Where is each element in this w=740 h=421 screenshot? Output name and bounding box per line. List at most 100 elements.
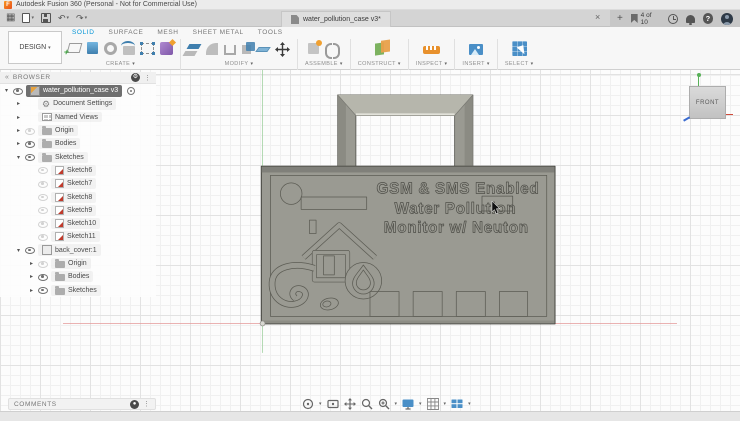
expand-arrow-icon[interactable]: ▾ — [3, 87, 10, 94]
move-icon[interactable] — [275, 42, 290, 57]
origin-point[interactable] — [259, 320, 266, 327]
zoom-icon[interactable] — [361, 398, 373, 410]
browser-tree-item[interactable]: ▾ Sketches — [0, 150, 156, 163]
measure-icon[interactable] — [423, 46, 441, 54]
create-sketch-icon[interactable] — [66, 43, 83, 53]
create-form-icon[interactable] — [160, 42, 173, 55]
press-pull-icon[interactable] — [186, 44, 202, 49]
tab-tools[interactable]: TOOLS — [258, 29, 283, 36]
look-at-icon[interactable] — [326, 398, 339, 410]
collapse-panel-icon[interactable]: « — [5, 74, 9, 81]
close-tab-button[interactable]: × — [595, 12, 600, 22]
visibility-eye-icon[interactable] — [38, 206, 48, 215]
browser-tree-item[interactable]: Sketch11 — [0, 230, 156, 243]
insert-menu[interactable]: INSERT ▾ — [462, 61, 489, 67]
visibility-eye-icon[interactable] — [25, 126, 35, 135]
joint-icon[interactable] — [324, 43, 340, 59]
visibility-eye-icon[interactable] — [38, 272, 48, 281]
visibility-eye-icon[interactable] — [38, 259, 48, 268]
browser-tree-item[interactable]: ▸ ⚙ Document Settings — [0, 97, 156, 110]
tab-solid[interactable]: SOLID — [72, 29, 95, 36]
viewports-icon[interactable] — [451, 398, 463, 410]
visibility-eye-icon[interactable] — [25, 246, 35, 255]
expand-arrow-icon[interactable]: ▸ — [28, 273, 35, 280]
clock-icon[interactable] — [668, 13, 678, 24]
browser-tree-item[interactable]: Sketch9 — [0, 204, 156, 217]
activate-component-radio[interactable] — [127, 86, 136, 95]
expand-arrow-icon[interactable]: ▸ — [15, 100, 22, 107]
form-box-icon[interactable] — [140, 42, 154, 54]
save-button[interactable] — [40, 13, 51, 23]
viewcube[interactable]: FRONT — [683, 73, 733, 121]
tab-mesh[interactable]: MESH — [157, 29, 178, 36]
gear-icon[interactable]: ⚙ — [131, 73, 140, 82]
visibility-eye-icon[interactable] — [38, 179, 48, 188]
modify-menu[interactable]: MODIFY ▾ — [225, 61, 254, 67]
visibility-eye-icon[interactable] — [38, 232, 48, 241]
model-3d-body[interactable]: GSM & SMS Enabled Water Pollution Monito… — [260, 94, 556, 325]
construction-plane-icon[interactable] — [374, 42, 384, 56]
extrude-icon[interactable] — [87, 42, 98, 54]
sweep-icon[interactable] — [121, 41, 135, 55]
expand-arrow-icon[interactable]: ▾ — [15, 247, 22, 254]
workspace-selector[interactable]: DESIGN ▾ — [8, 31, 62, 64]
select-icon[interactable] — [511, 41, 527, 56]
notifications-bell-icon[interactable] — [685, 15, 695, 25]
browser-tree-item[interactable]: Sketch8 — [0, 190, 156, 203]
new-component-icon[interactable] — [307, 40, 322, 54]
visibility-eye-icon[interactable] — [13, 86, 23, 95]
grid-snaps-icon[interactable] — [426, 398, 439, 410]
browser-tree-item[interactable]: ▸ Origin — [0, 124, 156, 137]
inspect-menu[interactable]: INSPECT ▾ — [416, 61, 448, 67]
offset-face-icon[interactable] — [255, 47, 271, 52]
insert-image-icon[interactable] — [469, 44, 484, 55]
shell-icon[interactable] — [224, 45, 236, 55]
document-tab[interactable]: water_pollution_case v3* — [281, 11, 391, 27]
browser-tree-item[interactable]: Sketch6 — [0, 164, 156, 177]
visibility-eye-icon[interactable] — [38, 286, 48, 295]
expand-arrow-icon[interactable]: ▸ — [28, 287, 35, 294]
visibility-eye-icon[interactable] — [25, 139, 35, 148]
browser-tree-item[interactable]: ▾ water_pollution_case v3 — [0, 84, 156, 97]
assemble-menu[interactable]: ASSEMBLE ▾ — [305, 61, 343, 67]
visibility-eye-icon[interactable] — [25, 153, 35, 162]
expand-arrow-icon[interactable]: ▸ — [15, 114, 22, 121]
viewport-canvas[interactable]: GSM & SMS Enabled Water Pollution Monito… — [0, 70, 740, 411]
browser-tree-item[interactable]: Sketch7 — [0, 177, 156, 190]
create-menu[interactable]: CREATE ▾ — [106, 61, 135, 67]
visibility-eye-icon[interactable] — [38, 193, 48, 202]
user-avatar[interactable] — [721, 12, 734, 25]
expand-arrow-icon[interactable]: ▾ — [15, 154, 22, 161]
fillet-icon[interactable] — [206, 43, 218, 55]
job-status-button[interactable]: 4 of 10 — [630, 12, 660, 26]
browser-tree-item[interactable]: ▸ Origin — [0, 257, 156, 270]
expand-arrow-icon[interactable]: ▸ — [15, 140, 22, 147]
new-tab-button[interactable]: + — [617, 13, 623, 24]
browser-tree-item[interactable]: Sketch10 — [0, 217, 156, 230]
browser-tree-item[interactable]: ▸ Bodies — [0, 137, 156, 150]
comments-icon[interactable]: ● — [130, 399, 139, 409]
browser-tree-item[interactable]: ▾ back_cover:1 — [0, 244, 156, 257]
expand-arrow-icon[interactable]: ▸ — [28, 260, 35, 267]
tab-sheet-metal[interactable]: SHEET METAL — [193, 29, 244, 36]
browser-tree-item[interactable]: ▸ Sketches — [0, 283, 156, 296]
undo-button[interactable]: ↶ ▾ — [58, 13, 69, 24]
construct-menu[interactable]: CONSTRUCT ▾ — [358, 61, 401, 67]
expand-arrow-icon[interactable]: ▸ — [15, 127, 22, 134]
orbit-icon[interactable] — [302, 398, 314, 410]
tab-surface[interactable]: SURFACE — [109, 29, 144, 36]
visibility-eye-icon[interactable] — [38, 166, 48, 175]
help-icon[interactable]: ? — [702, 13, 714, 24]
browser-tree-item[interactable]: ▸ Bodies — [0, 270, 156, 283]
pan-icon[interactable] — [343, 398, 356, 410]
redo-button[interactable]: ↷ ▾ — [76, 13, 87, 24]
kebab-menu-icon[interactable]: ⋮ — [144, 74, 151, 82]
file-menu-button[interactable]: ▾ — [22, 13, 34, 23]
combine-icon[interactable] — [242, 42, 255, 54]
viewcube-front-face[interactable]: FRONT — [696, 100, 719, 106]
select-menu[interactable]: SELECT ▾ — [505, 61, 534, 67]
browser-tree-item[interactable]: ▸ Named Views — [0, 111, 156, 124]
app-grid-icon[interactable]: ▦ — [6, 13, 15, 23]
display-settings-icon[interactable] — [402, 398, 414, 410]
kebab-menu-icon[interactable]: ⋮ — [143, 400, 150, 408]
